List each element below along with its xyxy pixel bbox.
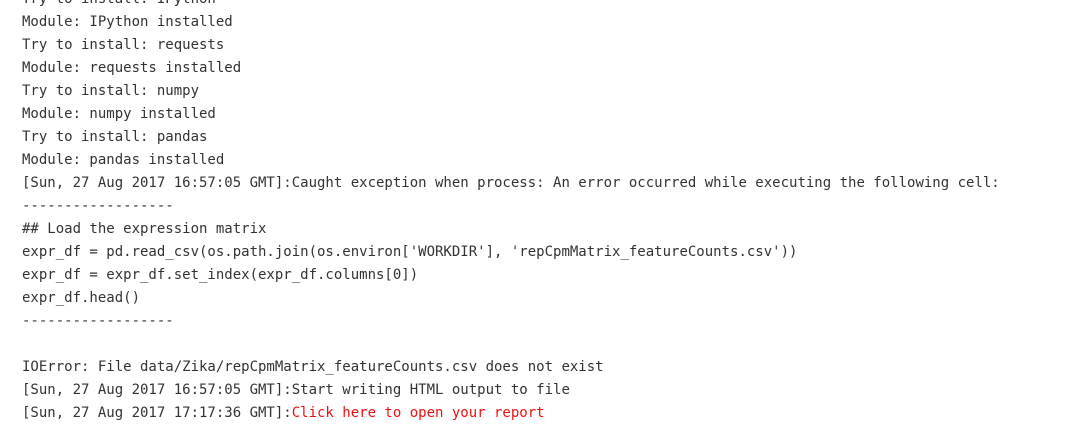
console-output: Try to install: IPython Module: IPython …: [22, 0, 1072, 425]
log-line-report: [Sun, 27 Aug 2017 17:17:36 GMT]:Click he…: [22, 402, 1072, 425]
log-line: Try to install: IPython: [22, 0, 1072, 11]
log-line-exception: [Sun, 27 Aug 2017 16:57:05 GMT]:Caught e…: [22, 175, 1000, 191]
code-line: expr_df = expr_df.set_index(expr_df.colu…: [22, 267, 419, 283]
open-report-link[interactable]: Click here to open your report: [292, 405, 545, 421]
log-line: Try to install: numpy: [22, 83, 200, 99]
code-line: ## Load the expression matrix: [22, 221, 267, 237]
code-line: expr_df.head(): [22, 290, 141, 306]
separator-line: ------------------: [22, 313, 174, 329]
log-line: [Sun, 27 Aug 2017 16:57:05 GMT]:Start wr…: [22, 382, 570, 398]
code-line: expr_df = pd.read_csv(os.path.join(os.en…: [22, 244, 798, 260]
log-line: Module: pandas installed: [22, 152, 225, 168]
log-line: Module: numpy installed: [22, 106, 216, 122]
log-line: Try to install: pandas: [22, 129, 208, 145]
separator-line: ------------------: [22, 198, 174, 214]
log-line: Module: IPython installed: [22, 14, 233, 30]
log-line: Try to install: requests: [22, 37, 225, 53]
log-line: Module: requests installed: [22, 60, 242, 76]
timestamp-prefix: [Sun, 27 Aug 2017 17:17:36 GMT]:: [22, 405, 292, 421]
error-line: IOError: File data/Zika/repCpmMatrix_fea…: [22, 359, 604, 375]
